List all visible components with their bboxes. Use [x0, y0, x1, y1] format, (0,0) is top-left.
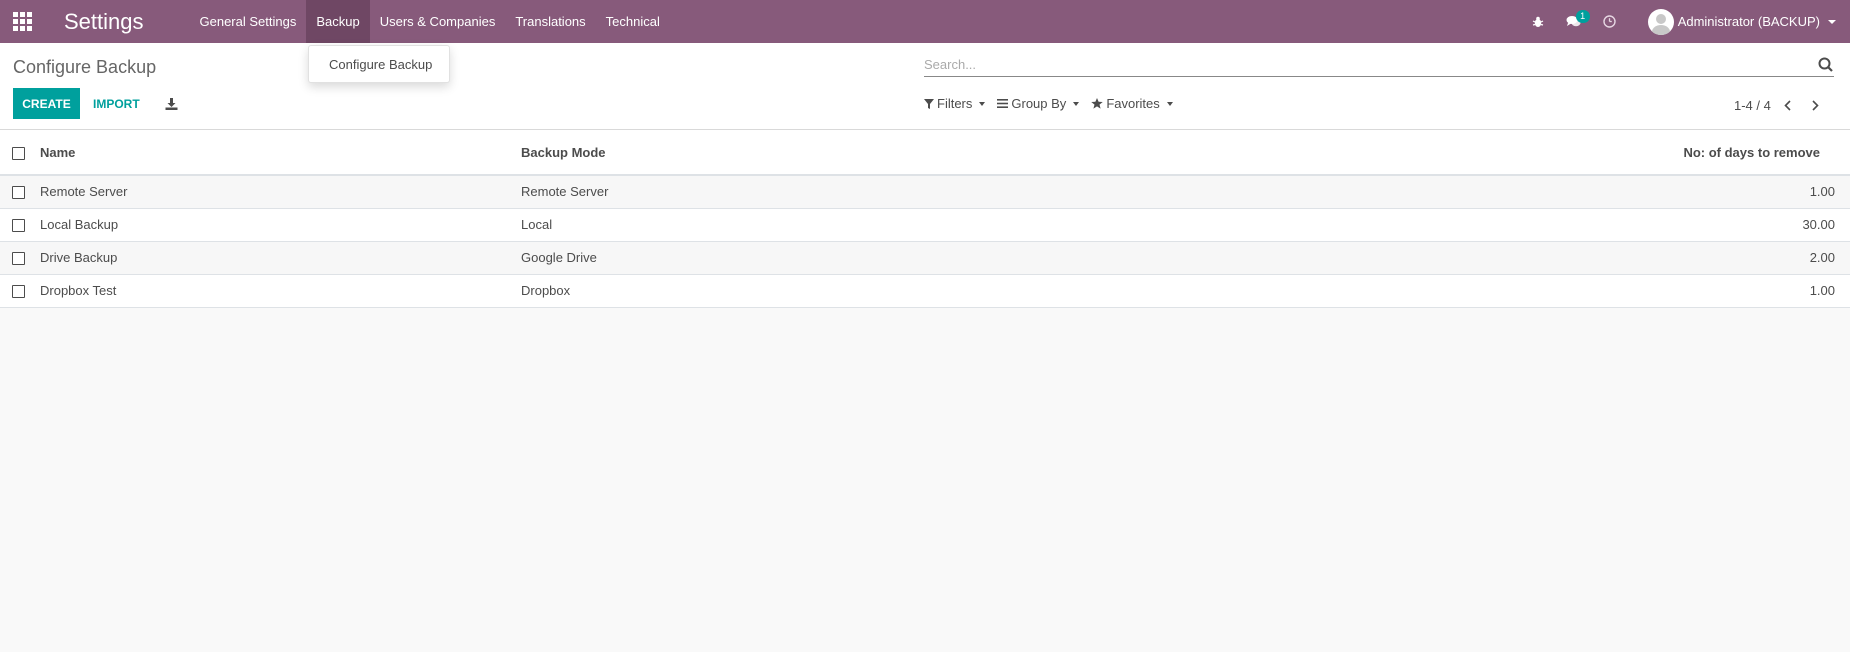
menu-technical[interactable]: Technical — [596, 0, 670, 43]
row-select-cell — [0, 274, 40, 308]
cell-days-to-remove: 2.00 — [978, 241, 1850, 275]
select-all-cell — [0, 130, 40, 176]
table-row[interactable]: Remote Server Remote Server 1.00 — [0, 175, 1850, 209]
caret-down-icon — [1073, 101, 1080, 106]
caret-down-icon — [979, 101, 986, 106]
search-input[interactable] — [924, 57, 1816, 72]
cell-days-to-remove: 1.00 — [978, 175, 1850, 209]
dropdown-item-configure-backup[interactable]: Configure Backup — [329, 57, 432, 72]
pager: 1-4 / 4 — [1734, 96, 1827, 114]
cell-days-to-remove: 30.00 — [978, 208, 1850, 242]
groupby-toggle[interactable]: Group By — [997, 96, 1080, 111]
table-row[interactable]: Dropbox Test Dropbox 1.00 — [0, 274, 1850, 308]
favorites-toggle[interactable]: Favorites — [1091, 96, 1173, 111]
messaging-button[interactable]: 1 — [1556, 0, 1592, 43]
cell-backup-mode: Dropbox — [521, 274, 979, 308]
favorites-label: Favorites — [1106, 96, 1160, 111]
apps-grid-icon — [12, 12, 32, 31]
cell-backup-mode: Remote Server — [521, 175, 979, 209]
bug-icon — [1532, 16, 1543, 27]
filters-toggle[interactable]: Filters — [924, 96, 986, 111]
clock-icon — [1603, 15, 1616, 28]
cell-name: Local Backup — [40, 208, 521, 242]
chevron-left-icon — [1784, 99, 1791, 111]
create-button[interactable]: CREATE — [13, 88, 80, 119]
cell-days-to-remove: 1.00 — [978, 274, 1850, 308]
download-icon — [165, 97, 177, 110]
row-select-cell — [0, 208, 40, 242]
export-button[interactable] — [160, 88, 182, 119]
menu-users-companies[interactable]: Users & Companies — [370, 0, 506, 43]
breadcrumb: Configure Backup — [13, 57, 157, 77]
table-row[interactable]: Local Backup Local 30.00 — [0, 208, 1850, 242]
row-checkbox[interactable] — [12, 252, 25, 266]
top-navbar: Settings General Settings Backup Users &… — [0, 0, 1850, 43]
row-checkbox[interactable] — [12, 186, 25, 200]
search-icon[interactable] — [1816, 56, 1834, 74]
select-all-checkbox[interactable] — [12, 146, 25, 160]
pager-next-button[interactable] — [1805, 96, 1827, 114]
app-title: Settings — [64, 8, 144, 34]
pager-previous-button[interactable] — [1777, 96, 1799, 114]
column-header-name[interactable]: Name — [40, 130, 521, 176]
menu-general-settings[interactable]: General Settings — [190, 0, 307, 43]
table-row[interactable]: Drive Backup Google Drive 2.00 — [0, 241, 1850, 275]
cell-name: Remote Server — [40, 175, 521, 209]
row-select-cell — [0, 175, 40, 209]
menu-backup[interactable]: Backup — [306, 0, 370, 43]
pager-value[interactable]: 1-4 / 4 — [1734, 98, 1771, 113]
chevron-right-icon — [1812, 99, 1819, 111]
avatar — [1647, 8, 1674, 35]
systray: 1 Administrator (BACKUP) — [1520, 0, 1850, 43]
control-panel: Configure Backup CREATE IMPORT Filters — [0, 43, 1850, 130]
user-name: Administrator (BACKUP) — [1677, 14, 1820, 29]
caret-down-icon — [1166, 101, 1173, 106]
cell-name: Dropbox Test — [40, 274, 521, 308]
table-header-row: Name Backup Mode No: of days to remove — [0, 130, 1850, 176]
filter-icon — [924, 98, 934, 109]
cell-backup-mode: Google Drive — [521, 241, 979, 275]
search-bar — [924, 53, 1834, 77]
star-icon — [1091, 98, 1104, 109]
apps-menu-button[interactable] — [0, 0, 44, 43]
import-button[interactable]: IMPORT — [85, 88, 148, 119]
row-checkbox[interactable] — [12, 219, 25, 233]
user-menu[interactable]: Administrator (BACKUP) — [1628, 0, 1850, 43]
column-header-backup-mode[interactable]: Backup Mode — [521, 130, 979, 176]
cell-name: Drive Backup — [40, 241, 521, 275]
backup-list-table: Name Backup Mode No: of days to remove R… — [0, 130, 1850, 308]
search-options: Filters Group By Favorites — [924, 96, 1185, 111]
activity-button[interactable] — [1592, 0, 1628, 43]
menu-translations[interactable]: Translations — [505, 0, 595, 43]
column-header-days-to-remove[interactable]: No: of days to remove — [978, 130, 1850, 176]
messages-count-badge: 1 — [1575, 10, 1590, 23]
list-icon — [997, 99, 1009, 108]
debug-button[interactable] — [1520, 0, 1556, 43]
cell-backup-mode: Local — [521, 208, 979, 242]
caret-down-icon — [1828, 19, 1836, 24]
backup-dropdown: Configure Backup — [308, 45, 450, 83]
groupby-label: Group By — [1011, 96, 1067, 111]
row-checkbox[interactable] — [12, 285, 25, 299]
filters-label: Filters — [937, 96, 973, 111]
row-select-cell — [0, 241, 40, 275]
